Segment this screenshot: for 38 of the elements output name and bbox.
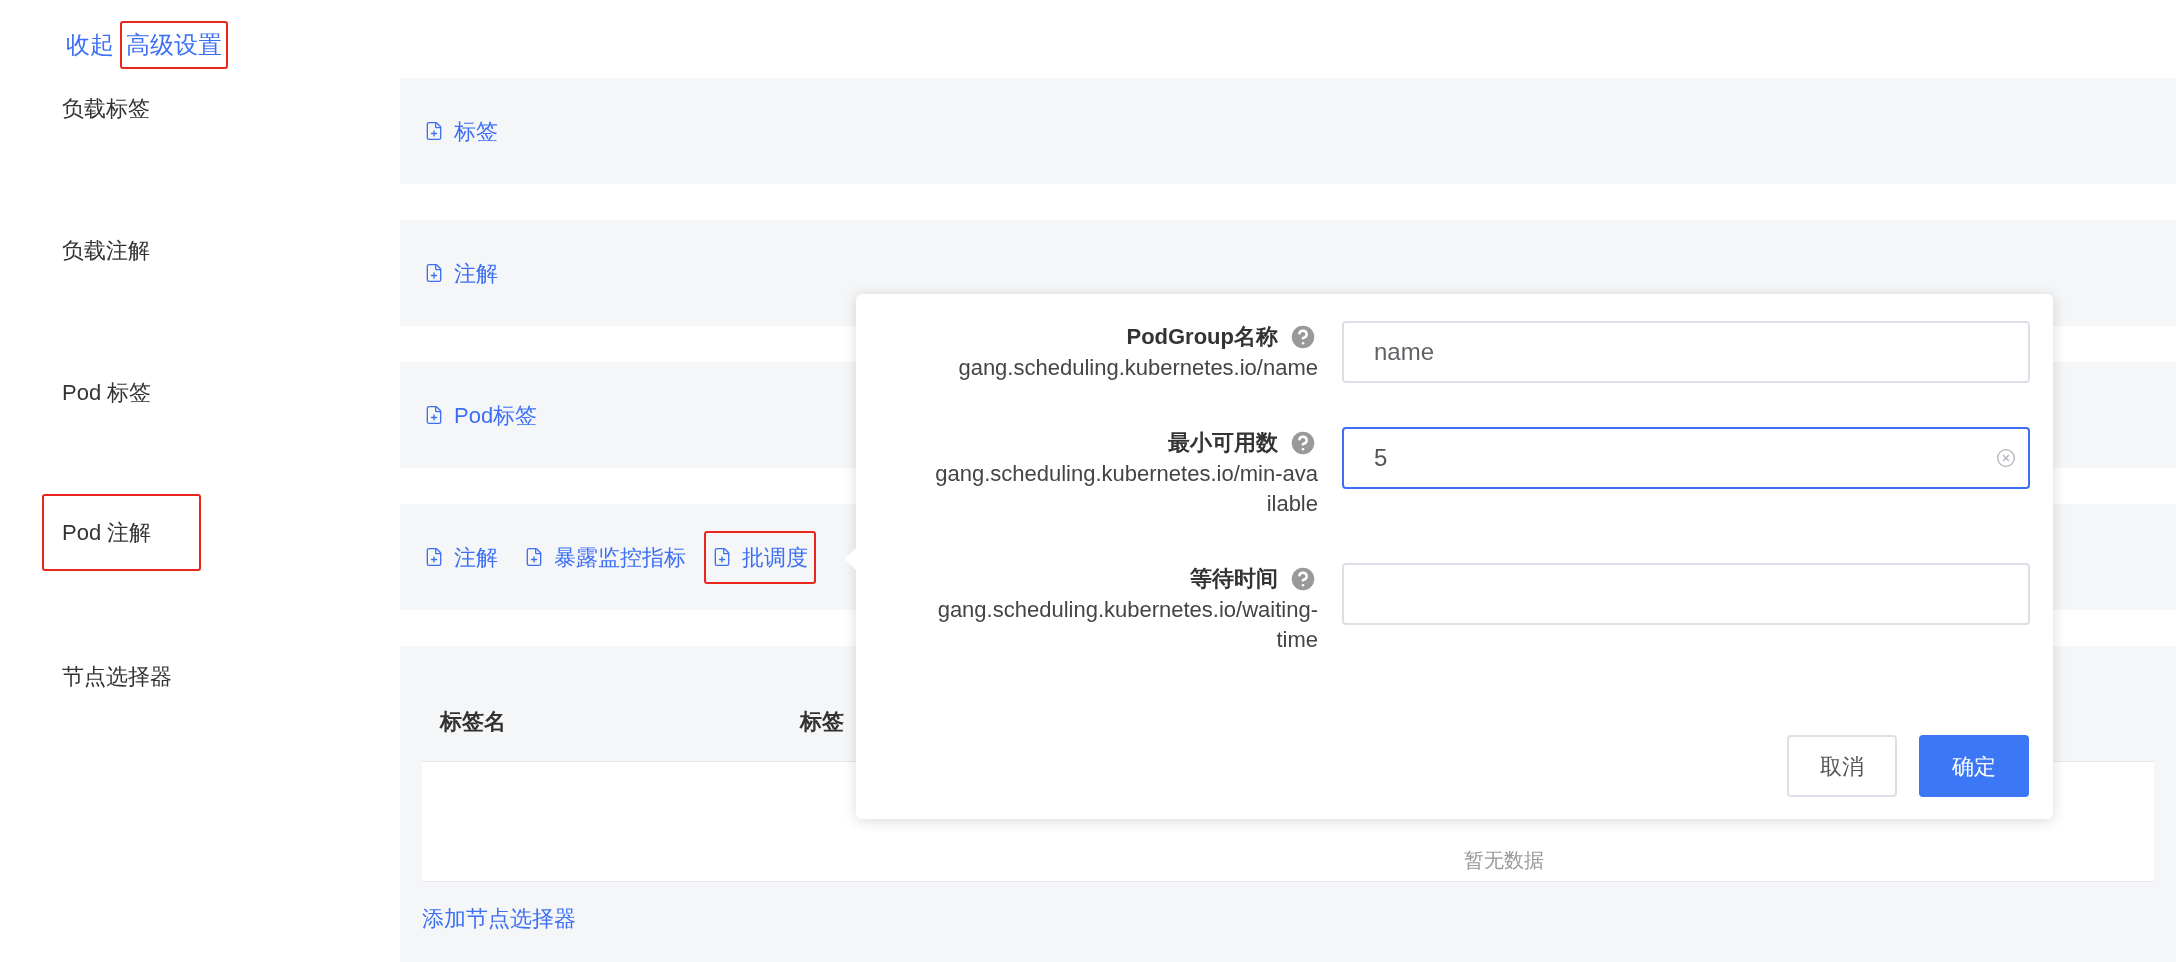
input-field[interactable]: name xyxy=(1342,321,2030,383)
column-header: 标签 xyxy=(798,707,845,736)
input-field[interactable] xyxy=(1342,563,2030,625)
empty-text: 暂无数据 xyxy=(1464,848,1544,873)
help-icon[interactable] xyxy=(1288,428,1318,458)
field-key: gang.scheduling.kubernetes.io/min-available xyxy=(933,459,1318,519)
file-plus-icon xyxy=(424,263,444,283)
add-link[interactable]: 添加节点选择器 xyxy=(422,902,576,935)
field-label: 等待时间 xyxy=(1190,565,1278,593)
file-plus-icon xyxy=(424,121,444,141)
file-plus-icon xyxy=(524,547,544,567)
field-label: PodGroup名称 xyxy=(1126,323,1278,351)
header-link[interactable]: 收起 xyxy=(60,21,120,69)
file-plus-icon xyxy=(424,547,444,567)
clear-icon[interactable] xyxy=(1996,448,2016,468)
add-button[interactable]: 注解 xyxy=(416,246,506,300)
confirm-button[interactable]: 确定 xyxy=(1919,735,2029,797)
input-field[interactable]: 5 xyxy=(1342,427,2030,489)
add-button[interactable]: 暴露监控指标 xyxy=(516,530,694,584)
field-label: 最小可用数 xyxy=(1168,429,1278,457)
help-icon[interactable] xyxy=(1288,322,1318,352)
file-plus-icon xyxy=(712,547,732,567)
section-label: 负载标签 xyxy=(61,95,151,123)
add-button[interactable]: 注解 xyxy=(416,530,506,584)
section-label: 负载注解 xyxy=(61,237,151,265)
add-button[interactable]: 标签 xyxy=(416,104,506,158)
add-button[interactable]: 批调度 xyxy=(704,530,816,584)
section-label: Pod 注解 xyxy=(42,494,202,571)
file-plus-icon xyxy=(424,405,444,425)
add-button[interactable]: Pod标签 xyxy=(416,388,546,442)
header-link[interactable]: 高级设置 xyxy=(120,21,228,69)
field-key: gang.scheduling.kubernetes.io/name xyxy=(933,353,1318,383)
help-icon[interactable] xyxy=(1288,564,1318,594)
field-key: gang.scheduling.kubernetes.io/waiting-time xyxy=(933,595,1318,655)
cancel-button[interactable]: 取消 xyxy=(1787,735,1897,797)
section-label: 节点选择器 xyxy=(61,663,173,691)
section-label: Pod 标签 xyxy=(61,379,153,407)
column-header: 标签名 xyxy=(438,707,507,736)
